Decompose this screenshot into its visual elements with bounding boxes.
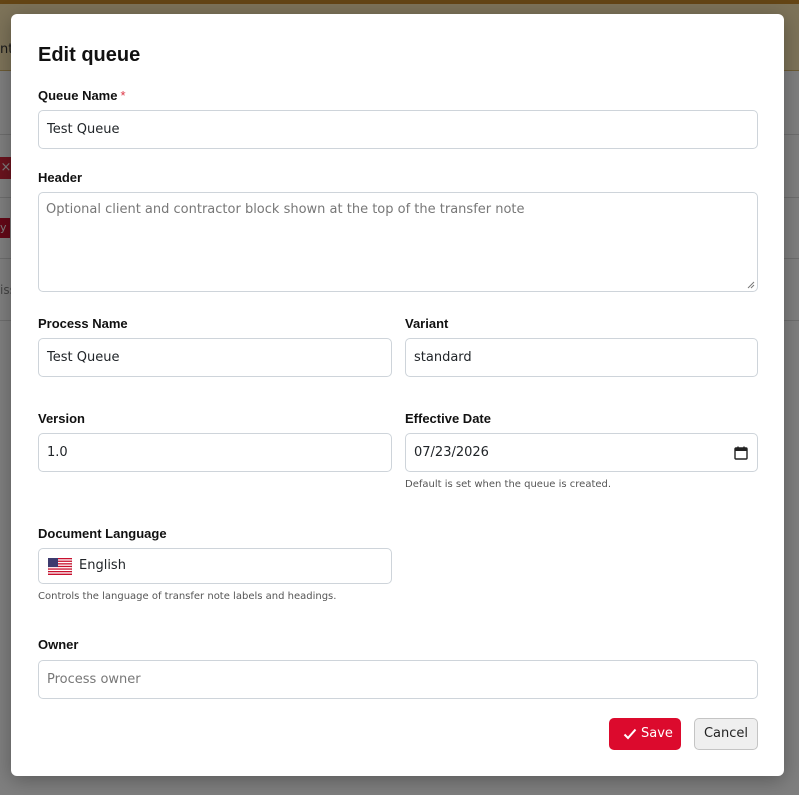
cancel-button[interactable]: Cancel bbox=[694, 718, 758, 750]
effective-date-value: 07/23/2026 bbox=[414, 445, 489, 460]
header-label: Header bbox=[38, 170, 83, 185]
effective-date-help: Default is set when the queue is created… bbox=[405, 479, 612, 490]
effective-date-input[interactable]: 07/23/2026 bbox=[405, 433, 758, 472]
edit-queue-dialog: Edit queue Queue Name * Test Queue Header… bbox=[11, 14, 784, 776]
version-value: 1.0 bbox=[47, 445, 68, 460]
owner-placeholder: Process owner bbox=[47, 672, 141, 687]
process-name-value: Test Queue bbox=[47, 350, 120, 365]
document-language-select[interactable]: English bbox=[38, 548, 392, 584]
header-textarea[interactable]: Optional client and contractor block sho… bbox=[38, 192, 758, 292]
document-language-help: Controls the language of transfer note l… bbox=[38, 591, 337, 602]
version-input[interactable]: 1.0 bbox=[38, 433, 392, 472]
check-icon bbox=[623, 728, 637, 740]
owner-label: Owner bbox=[38, 637, 79, 652]
save-button[interactable]: Save bbox=[609, 718, 681, 750]
queue-name-label-text: Queue Name bbox=[38, 88, 118, 103]
version-label: Version bbox=[38, 411, 85, 426]
process-name-input[interactable]: Test Queue bbox=[38, 338, 392, 377]
variant-label: Variant bbox=[405, 316, 449, 331]
variant-input[interactable]: standard bbox=[405, 338, 758, 377]
required-marker: * bbox=[120, 88, 126, 103]
owner-input[interactable]: Process owner bbox=[38, 660, 758, 699]
queue-name-label: Queue Name * bbox=[38, 88, 126, 103]
us-flag-icon bbox=[48, 558, 72, 575]
header-placeholder: Optional client and contractor block sho… bbox=[46, 202, 525, 217]
queue-name-value: Test Queue bbox=[47, 122, 120, 137]
document-language-value: English bbox=[79, 558, 126, 573]
cancel-button-label: Cancel bbox=[703, 726, 749, 741]
resize-handle-icon[interactable] bbox=[747, 281, 755, 289]
effective-date-label: Effective Date bbox=[405, 411, 491, 426]
queue-name-input[interactable]: Test Queue bbox=[38, 110, 758, 149]
calendar-icon[interactable] bbox=[734, 446, 748, 460]
document-language-label: Document Language bbox=[38, 526, 167, 541]
save-button-label: Save bbox=[641, 726, 673, 741]
variant-value: standard bbox=[414, 350, 472, 365]
dialog-title: Edit queue bbox=[38, 44, 141, 66]
process-name-label: Process Name bbox=[38, 316, 128, 331]
